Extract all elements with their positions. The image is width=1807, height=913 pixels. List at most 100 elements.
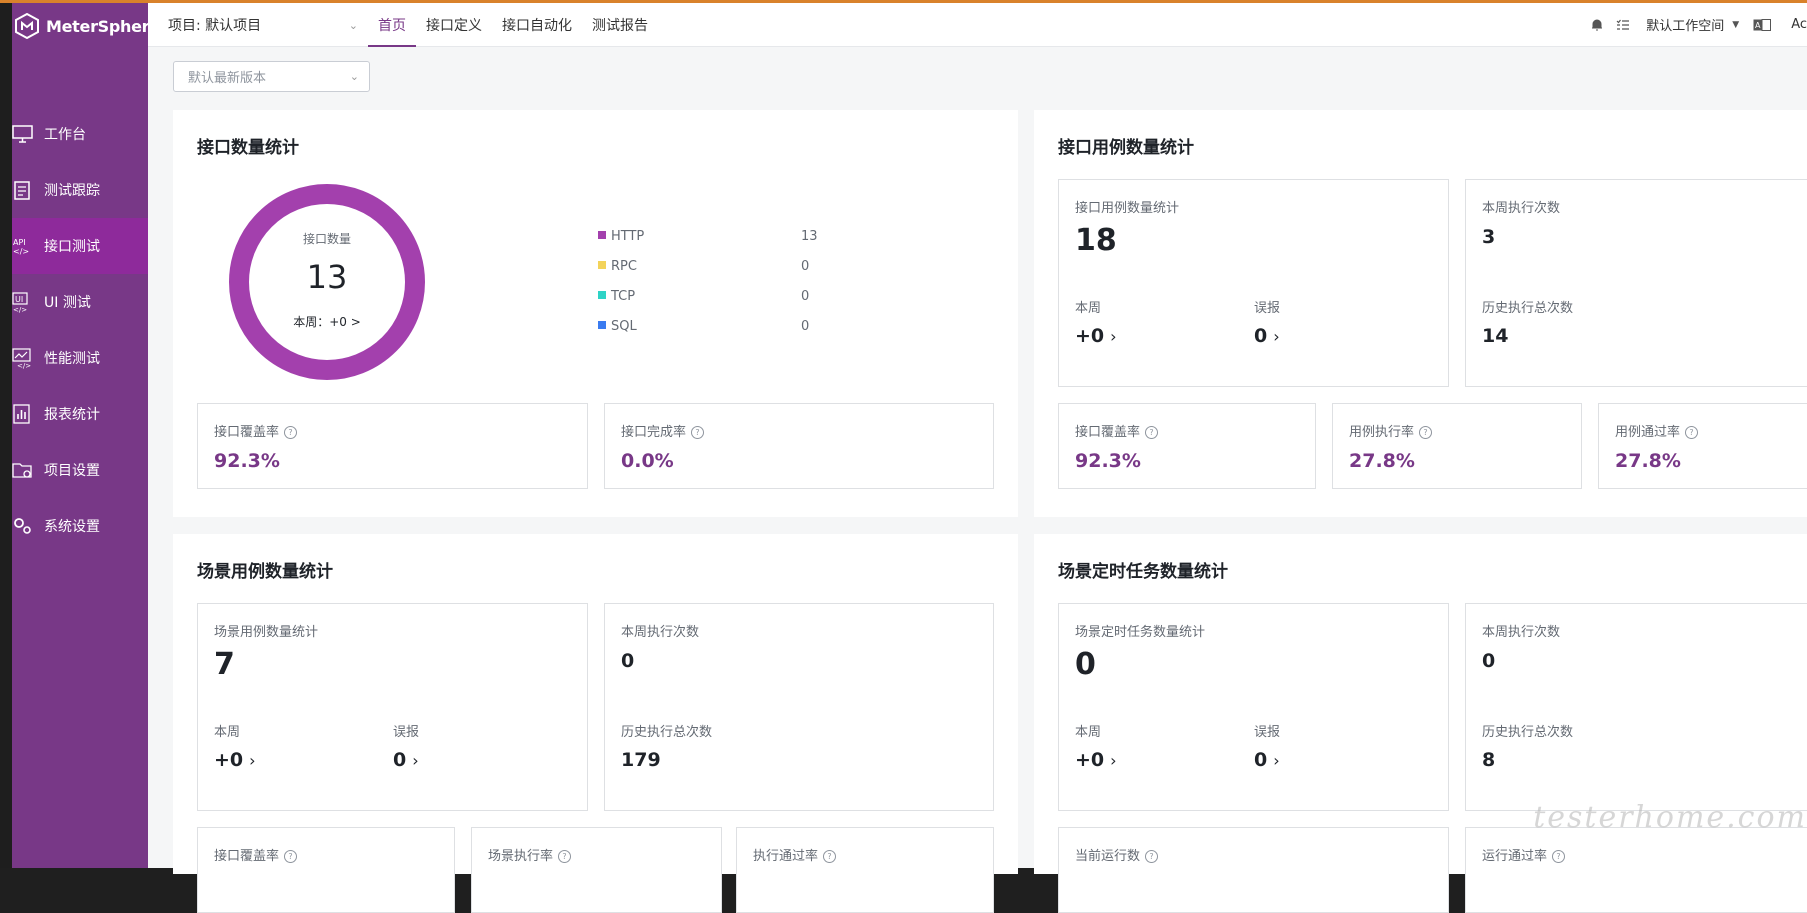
stat-label: 用例通过率? [1615, 421, 1699, 440]
sidebar-item-label: 性能测试 [44, 351, 100, 367]
help-icon[interactable]: ? [691, 426, 705, 439]
sidebar-item-label: 测试跟踪 [44, 183, 100, 199]
task-list-icon[interactable] [1615, 17, 1631, 33]
help-icon[interactable]: ? [1145, 426, 1159, 439]
stat-label: 误报 [1254, 301, 1281, 316]
tab-test-report[interactable]: 测试报告 [582, 3, 658, 46]
svg-text:</>: </> [17, 362, 31, 369]
help-icon[interactable]: ? [1685, 426, 1699, 439]
workspace-selector[interactable]: 默认工作空间 [1646, 15, 1724, 34]
svg-text:A: A [1755, 21, 1761, 30]
help-icon[interactable]: ? [284, 850, 298, 863]
metersphere-logo-icon [15, 13, 39, 39]
logo[interactable]: MeterSphere [12, 10, 160, 42]
top-header: 项目: 默认项目 ⌄ 首页 接口定义 接口自动化 测试报告 默认工作空间 ▼ A… [148, 3, 1807, 47]
stat-label-text: 接口覆盖率 [214, 849, 280, 864]
stat-label-text: 执行通过率 [753, 849, 819, 864]
help-icon[interactable]: ? [823, 850, 837, 863]
stat-value: 92.3% [1075, 450, 1141, 472]
stat-value: 0 [1254, 749, 1268, 771]
sidebar-item-api-test[interactable]: API </> 接口测试 [12, 218, 148, 274]
scenario-false-link[interactable]: 0 › [393, 749, 419, 771]
tab-home[interactable]: 首页 [368, 3, 416, 47]
stat-label: 误报 [393, 725, 420, 740]
help-icon[interactable]: ? [1145, 850, 1159, 863]
stat-value: 0 [1482, 650, 1496, 672]
api-case-exec-box: 本周执行次数 3 历史执行总次数 14 [1465, 179, 1807, 387]
stat-label: 用例执行率? [1349, 421, 1433, 440]
legend-item-http: HTTP [598, 229, 644, 244]
language-icon[interactable]: A [1752, 17, 1772, 33]
sidebar-item-performance-test[interactable]: </> 性能测试 [12, 330, 148, 386]
stat-label-text: 当前运行数 [1075, 849, 1141, 864]
caret-down-icon[interactable]: ▼ [1732, 20, 1739, 30]
sidebar-item-test-track[interactable]: 测试跟踪 [12, 162, 148, 218]
tab-api-definition[interactable]: 接口定义 [416, 3, 492, 46]
help-icon[interactable]: ? [558, 850, 572, 863]
stat-value: 8 [1482, 749, 1496, 771]
user-menu[interactable]: Ac [1791, 17, 1807, 32]
api-case-coverage-box: 接口覆盖率? 92.3% [1058, 403, 1316, 489]
stat-value: +0 [1075, 325, 1105, 347]
sidebar-item-system-settings[interactable]: 系统设置 [12, 498, 148, 554]
legend-value: 0 [801, 319, 810, 334]
project-selector[interactable]: 项目: 默认项目 ⌄ [168, 3, 358, 46]
donut-week-link[interactable]: 本周：+0 > [228, 313, 426, 330]
api-coverage-box: 接口覆盖率? 92.3% [197, 403, 588, 489]
tab-api-automation[interactable]: 接口自动化 [492, 3, 582, 46]
schedule-count-box: 场景定时任务数量统计 0 本周 +0 › 误报 0 › [1058, 603, 1449, 811]
api-icon: API </> [12, 235, 34, 257]
sidebar-item-report[interactable]: 报表统计 [12, 386, 148, 442]
sidebar: MeterSphere 工作台 测试跟踪 API </> 接口测试 UI </>… [12, 0, 160, 868]
sidebar-item-ui-test[interactable]: UI </> UI 测试 [12, 274, 148, 330]
help-icon[interactable]: ? [1552, 850, 1566, 863]
card-title: 场景定时任务数量统计 [1058, 562, 1228, 582]
api-count-card: 接口数量统计 接口数量 13 本周：+0 > HTTP 13 RPC 0 TCP… [173, 110, 1018, 517]
legend-name: SQL [611, 319, 637, 334]
legend-swatch [598, 231, 606, 239]
legend-name: TCP [611, 289, 636, 304]
legend-item-rpc: RPC [598, 259, 637, 274]
stat-label: 当前运行数? [1075, 845, 1159, 864]
schedule-pass-rate-box: 运行通过率? [1465, 827, 1807, 913]
sidebar-item-project-settings[interactable]: 项目设置 [12, 442, 148, 498]
legend-name: RPC [611, 259, 637, 274]
donut-label: 接口数量 [302, 232, 351, 246]
stat-label: 误报 [1254, 725, 1281, 740]
api-case-count-box: 接口用例数量统计 18 本周 +0 › 误报 0 › [1058, 179, 1449, 387]
api-case-pass-rate-box: 用例通过率? 27.8% [1598, 403, 1807, 489]
stat-label: 接口覆盖率? [214, 421, 298, 440]
stat-value: 14 [1482, 325, 1509, 347]
version-select[interactable]: 默认最新版本 ⌄ [173, 61, 370, 92]
chevron-down-icon: ⌄ [348, 19, 358, 32]
api-case-week-link[interactable]: +0 › [1075, 325, 1117, 347]
monitor-icon [12, 123, 34, 145]
stat-value: +0 [1075, 749, 1105, 771]
help-icon[interactable]: ? [1419, 426, 1433, 439]
scenario-week-link[interactable]: +0 › [214, 749, 256, 771]
help-icon[interactable]: ? [284, 426, 298, 439]
sidebar-item-workbench[interactable]: 工作台 [12, 106, 148, 162]
scenario-count-box: 场景用例数量统计 7 本周 +0 › 误报 0 › [197, 603, 588, 811]
bell-icon[interactable] [1589, 17, 1605, 33]
schedule-false-link[interactable]: 0 › [1254, 749, 1280, 771]
schedule-week-link[interactable]: +0 › [1075, 749, 1117, 771]
svg-text:UI: UI [15, 295, 23, 304]
api-case-card: 接口用例数量统计 接口用例数量统计 18 本周 +0 › 误报 0 › 本周执行次数… [1034, 110, 1807, 517]
stat-label: 运行通过率? [1482, 845, 1566, 864]
chevron-right-icon: › [249, 751, 256, 770]
stat-label-text: 接口覆盖率 [214, 425, 280, 440]
legend-swatch [598, 321, 606, 329]
scenario-total: 7 [214, 647, 235, 682]
legend-swatch [598, 291, 606, 299]
stat-label-text: 接口覆盖率 [1075, 425, 1141, 440]
scenario-coverage-box: 接口覆盖率? [197, 827, 455, 913]
sidebar-nav: 工作台 测试跟踪 API </> 接口测试 UI </> UI 测试 </> 性… [12, 106, 148, 554]
stat-label: 本周执行次数 [1482, 201, 1561, 216]
legend-swatch [598, 261, 606, 269]
app-window: MeterSphere 工作台 测试跟踪 API </> 接口测试 UI </>… [0, 0, 1807, 913]
stat-value: 0 [1254, 325, 1268, 347]
api-case-false-link[interactable]: 0 › [1254, 325, 1280, 347]
ui-icon: UI </> [12, 291, 34, 313]
stat-label: 接口覆盖率? [214, 845, 298, 864]
